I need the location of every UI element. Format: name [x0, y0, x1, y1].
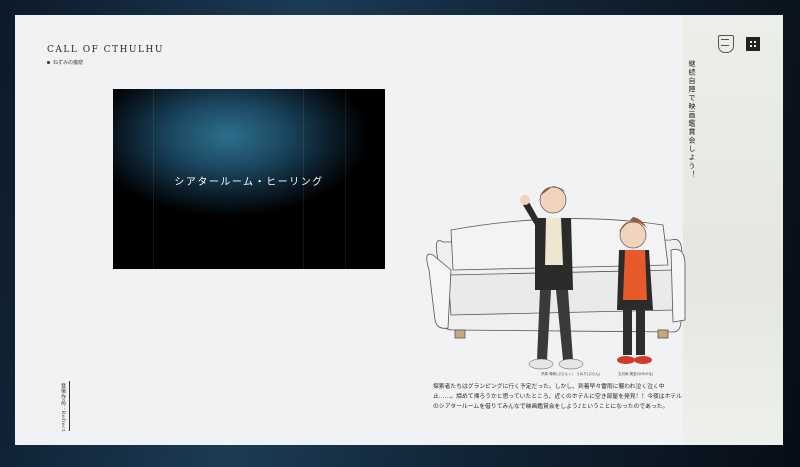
video-player[interactable]: シアタールーム・ヒーリング: [113, 89, 385, 269]
characters-on-sofa-illustration: 芦原 弾彦(ぶらんく) うねり(ぷらん) 五月雨 美苗(ゆみかる): [426, 186, 686, 376]
subtitle: ねずみの魔窟: [47, 59, 83, 66]
divider: [69, 381, 70, 431]
caption-left: 芦原 弾彦(ぶらんく) うねり(ぷらん): [541, 371, 601, 376]
right-sidebar: [683, 15, 783, 445]
bullet-icon: [47, 61, 50, 64]
subtitle-text: ねずみの魔窟: [53, 60, 84, 66]
brand-title[interactable]: CALL OF CTHULHU: [47, 45, 164, 55]
side-label: 登場作品：Reflect: [60, 383, 66, 432]
video-title: シアタールーム・ヒーリング: [174, 177, 324, 188]
qr-code-icon[interactable]: [746, 37, 760, 51]
caption-right: 五月雨 美苗(ゆみかる): [618, 371, 654, 376]
main-page: CALL OF CTHULHU ねずみの魔窟 シアタールーム・ヒーリング 継続自…: [15, 15, 783, 445]
story-description: 探索者たちはグランピングに行く予定だった。しかし、到着早々雷雨に襲われ泣く泣く中…: [433, 384, 682, 410]
vertical-tagline: 継続自陣で映画鑑賞会しよう！: [688, 60, 696, 179]
crest-icon[interactable]: [718, 35, 734, 53]
